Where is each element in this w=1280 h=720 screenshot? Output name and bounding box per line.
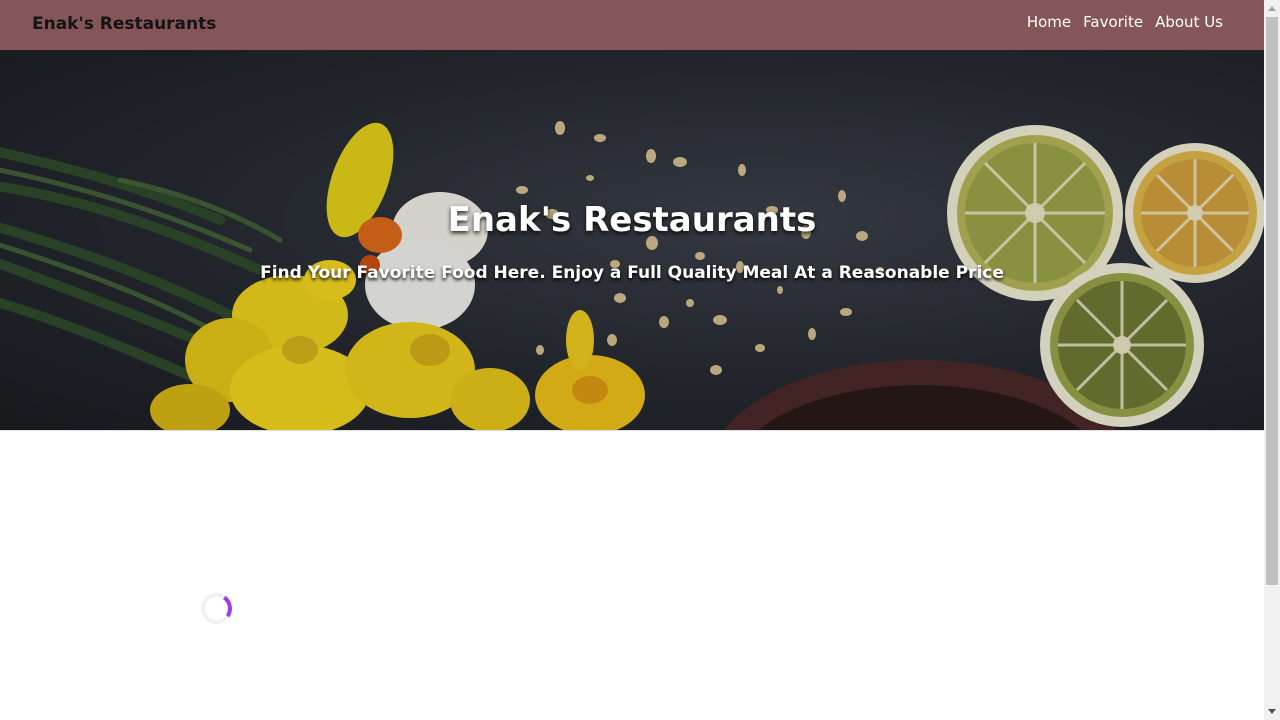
scroll-down-arrow-icon[interactable] (1268, 709, 1276, 714)
nav-home-link[interactable]: Home (1027, 13, 1071, 31)
app-bar: Enak's Restaurants Home Favorite About U… (0, 0, 1264, 50)
scrollbar-thumb[interactable] (1266, 17, 1278, 585)
brand-title[interactable]: Enak's Restaurants (32, 14, 216, 34)
hero-divider (0, 430, 1264, 431)
hero-food-image (0, 50, 1264, 431)
page: Enak's Restaurants Home Favorite About U… (0, 0, 1264, 720)
vertical-scrollbar[interactable] (1264, 0, 1280, 720)
hero-tagline: Find Your Favorite Food Here. Enjoy a Fu… (260, 263, 1004, 283)
nav-favorite-link[interactable]: Favorite (1083, 13, 1143, 31)
loading-spinner-icon (198, 590, 235, 627)
scroll-up-arrow-icon[interactable] (1268, 6, 1276, 11)
hero-title: Enak's Restaurants (447, 200, 817, 240)
hero-banner: Enak's Restaurants Find Your Favorite Fo… (0, 50, 1264, 431)
nav-about-us-link[interactable]: About Us (1155, 13, 1223, 31)
main-nav: Home Favorite About Us (1027, 13, 1223, 31)
